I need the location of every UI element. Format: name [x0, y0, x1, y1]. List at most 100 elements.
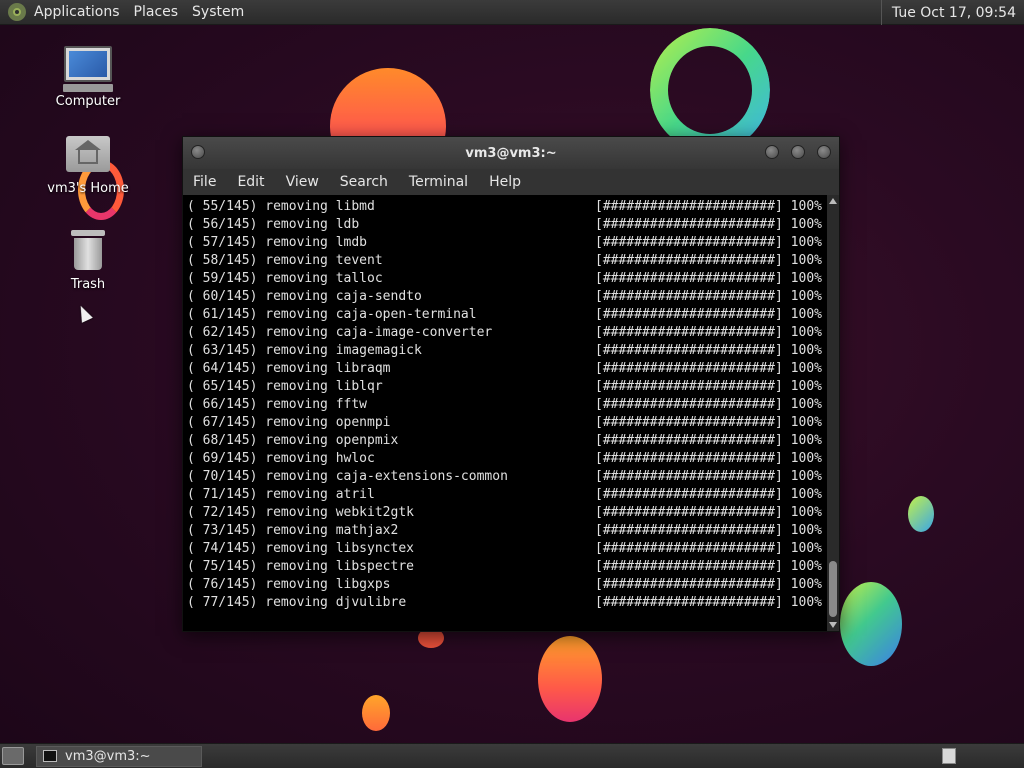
trash-icon	[71, 230, 105, 270]
desktop-icon-computer[interactable]: Computer	[40, 44, 136, 109]
terminal-line: ( 66/145) removing fftw [################…	[187, 396, 829, 414]
terminal-line: ( 77/145) removing djvulibre [###########…	[187, 594, 829, 612]
terminal-line-progress: [######################] 100%	[595, 199, 822, 214]
wallpaper-green-ring	[650, 28, 770, 152]
taskbar-terminal-button[interactable]: vm3@vm3:~	[36, 745, 202, 767]
terminal-line: ( 71/145) removing atril [###############…	[187, 486, 829, 504]
terminal-line-progress: [######################] 100%	[595, 469, 822, 484]
terminal-line-progress: [######################] 100%	[595, 253, 822, 268]
terminal-line-progress: [######################] 100%	[595, 505, 822, 520]
terminal-line-text: ( 77/145) removing djvulibre	[187, 595, 407, 610]
system-menu[interactable]: System	[192, 4, 244, 20]
terminal-line: ( 70/145) removing caja-extensions-commo…	[187, 468, 829, 486]
terminal-line-progress: [######################] 100%	[595, 541, 822, 556]
terminal-line: ( 62/145) removing caja-image-converter […	[187, 324, 829, 342]
terminal-line-text: ( 61/145) removing caja-open-terminal	[187, 307, 477, 322]
terminal-line: ( 75/145) removing libspectre [##########…	[187, 558, 829, 576]
terminal-line-text: ( 65/145) removing liblqr	[187, 379, 383, 394]
terminal-line-text: ( 72/145) removing webkit2gtk	[187, 505, 414, 520]
terminal-line-text: ( 71/145) removing atril	[187, 487, 375, 502]
terminal-line-text: ( 57/145) removing lmdb	[187, 235, 368, 250]
terminal-line: ( 63/145) removing imagemagick [#########…	[187, 342, 829, 360]
terminal-line-text: ( 75/145) removing libspectre	[187, 559, 414, 574]
terminal-line-text: ( 70/145) removing caja-extensions-commo…	[187, 469, 508, 484]
terminal-line: ( 55/145) removing libmd [###############…	[187, 198, 829, 216]
terminal-line-text: ( 56/145) removing ldb	[187, 217, 360, 232]
terminal-line-progress: [######################] 100%	[595, 523, 822, 538]
scroll-thumb[interactable]	[829, 561, 837, 617]
terminal-line-progress: [######################] 100%	[595, 361, 822, 376]
terminal-line: ( 69/145) removing hwloc [###############…	[187, 450, 829, 468]
terminal-titlebar[interactable]: vm3@vm3:~	[183, 137, 839, 169]
menu-edit[interactable]: Edit	[237, 174, 264, 190]
wallpaper-orange-dot	[362, 695, 390, 731]
terminal-scrollbar[interactable]	[827, 195, 839, 631]
terminal-line-text: ( 67/145) removing openmpi	[187, 415, 391, 430]
bottom-panel: vm3@vm3:~	[0, 743, 1024, 768]
desktop-icon-trash[interactable]: Trash	[40, 228, 136, 292]
clock[interactable]: Tue Oct 17, 09:54	[880, 0, 1024, 25]
terminal-line: ( 68/145) removing openpmix [############…	[187, 432, 829, 450]
terminal-output[interactable]: ( 55/145) removing libmd [###############…	[183, 195, 829, 631]
terminal-line-text: ( 59/145) removing talloc	[187, 271, 383, 286]
terminal-line: ( 60/145) removing caja-sendto [#########…	[187, 288, 829, 306]
terminal-line-progress: [######################] 100%	[595, 487, 822, 502]
terminal-line-progress: [######################] 100%	[595, 577, 822, 592]
keyboard-icon	[63, 84, 113, 92]
scroll-up-icon[interactable]	[829, 198, 837, 204]
terminal-line: ( 57/145) removing lmdb [################…	[187, 234, 829, 252]
mate-logo-icon[interactable]	[8, 3, 26, 21]
terminal-line: ( 58/145) removing tevent [##############…	[187, 252, 829, 270]
terminal-line: ( 65/145) removing liblqr [##############…	[187, 378, 829, 396]
terminal-line-text: ( 68/145) removing openpmix	[187, 433, 399, 448]
minimize-icon[interactable]	[765, 145, 779, 159]
top-panel: Applications Places System Tue Oct 17, 0…	[0, 0, 1024, 25]
wallpaper-orange-egg	[538, 636, 602, 722]
terminal-line: ( 73/145) removing mathjax2 [############…	[187, 522, 829, 540]
terminal-line-text: ( 58/145) removing tevent	[187, 253, 383, 268]
desktop-icon-label: vm3's Home	[47, 181, 129, 196]
menu-search[interactable]: Search	[340, 174, 388, 190]
menu-view[interactable]: View	[286, 174, 319, 190]
terminal-line-progress: [######################] 100%	[595, 289, 822, 304]
terminal-line-progress: [######################] 100%	[595, 217, 822, 232]
desktop-icon-label: Computer	[55, 94, 121, 109]
terminal-line-text: ( 64/145) removing libraqm	[187, 361, 391, 376]
mouse-pointer-icon	[75, 303, 93, 323]
terminal-line-progress: [######################] 100%	[595, 271, 822, 286]
terminal-line-text: ( 73/145) removing mathjax2	[187, 523, 399, 538]
terminal-line-progress: [######################] 100%	[595, 415, 822, 430]
window-menu-icon[interactable]	[191, 145, 205, 159]
menu-file[interactable]: File	[193, 174, 216, 190]
terminal-line-text: ( 66/145) removing fftw	[187, 397, 368, 412]
terminal-line-progress: [######################] 100%	[595, 397, 822, 412]
desktop-icon-home[interactable]: vm3's Home	[40, 132, 136, 196]
maximize-icon[interactable]	[791, 145, 805, 159]
terminal-line: ( 72/145) removing webkit2gtk [##########…	[187, 504, 829, 522]
menu-help[interactable]: Help	[489, 174, 521, 190]
close-icon[interactable]	[817, 145, 831, 159]
terminal-line: ( 74/145) removing libsynctex [##########…	[187, 540, 829, 558]
terminal-window: vm3@vm3:~ File Edit View Search Terminal…	[182, 136, 840, 632]
desktop-icon-label: Trash	[70, 277, 106, 292]
show-desktop-icon[interactable]	[2, 747, 24, 765]
terminal-line-progress: [######################] 100%	[595, 595, 822, 610]
terminal-line-text: ( 63/145) removing imagemagick	[187, 343, 422, 358]
terminal-line: ( 64/145) removing libraqm [#############…	[187, 360, 829, 378]
applications-menu[interactable]: Applications	[34, 4, 120, 20]
home-folder-icon	[66, 136, 110, 172]
scroll-down-icon[interactable]	[829, 622, 837, 628]
terminal-menubar: File Edit View Search Terminal Help	[183, 169, 839, 195]
terminal-line-progress: [######################] 100%	[595, 307, 822, 322]
terminal-line: ( 61/145) removing caja-open-terminal [##…	[187, 306, 829, 324]
terminal-line-progress: [######################] 100%	[595, 433, 822, 448]
menu-terminal[interactable]: Terminal	[409, 174, 468, 190]
places-menu[interactable]: Places	[134, 4, 179, 20]
terminal-icon	[43, 750, 57, 762]
terminal-line-progress: [######################] 100%	[595, 343, 822, 358]
window-title: vm3@vm3:~	[465, 145, 557, 161]
terminal-line: ( 56/145) removing ldb [#################…	[187, 216, 829, 234]
terminal-line-progress: [######################] 100%	[595, 325, 822, 340]
workspace-switcher[interactable]	[942, 748, 956, 764]
terminal-line-text: ( 76/145) removing libgxps	[187, 577, 391, 592]
